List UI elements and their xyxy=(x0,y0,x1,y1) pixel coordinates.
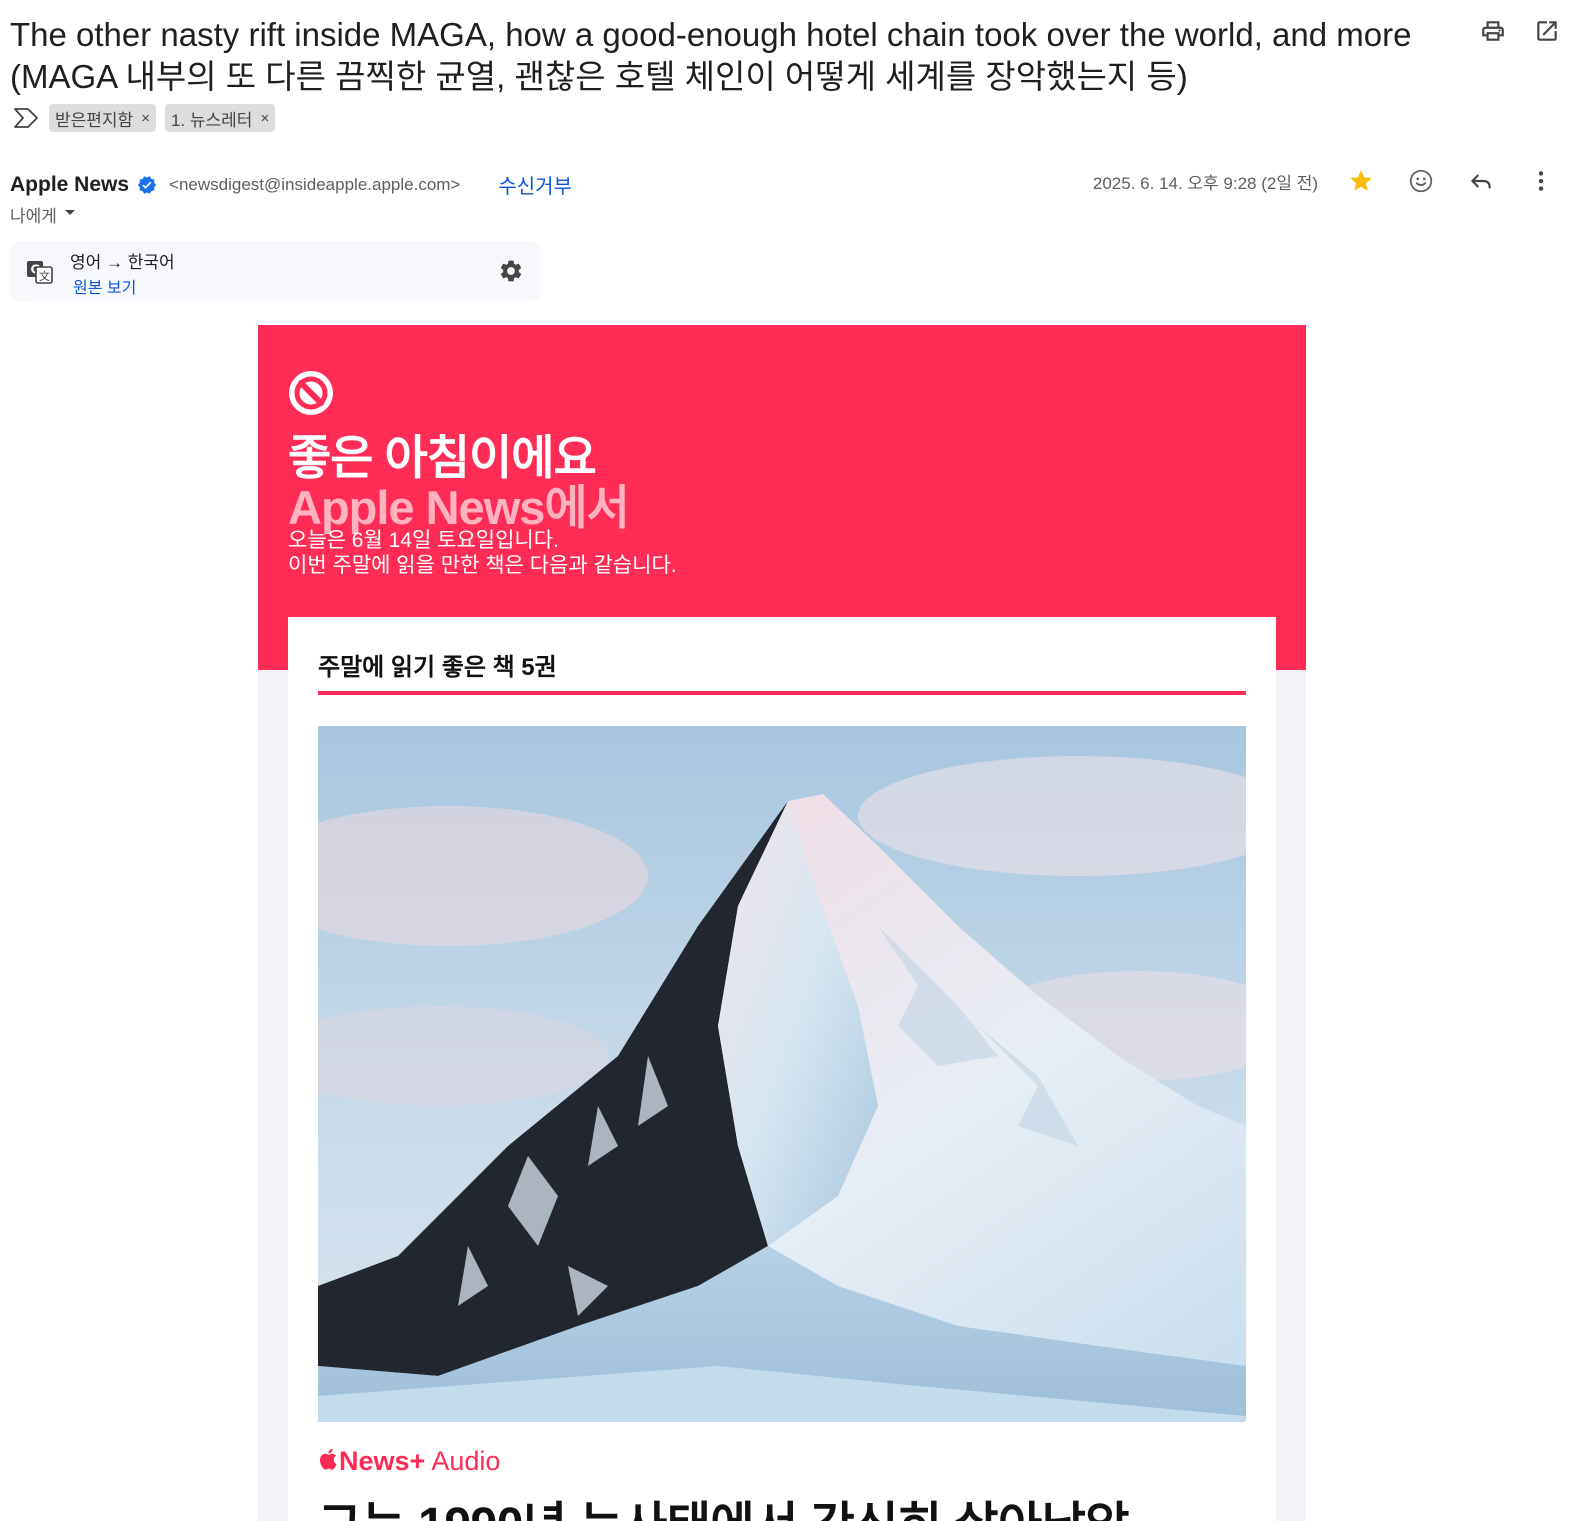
importance-marker-icon[interactable] xyxy=(12,107,40,129)
translation-languages: 영어 → 한국어 xyxy=(70,248,175,273)
subject-korean: (MAGA 내부의 또 다른 끔찍한 균열, 괜찮은 호텔 체인이 어떻게 세계… xyxy=(10,58,1188,95)
reply-icon[interactable] xyxy=(1468,168,1494,194)
news-plus-audio-brand: News+ Audio xyxy=(318,1446,500,1477)
view-original-link[interactable]: 원본 보기 xyxy=(73,274,136,298)
mountain-photo[interactable] xyxy=(318,726,1246,1422)
unsubscribe-link[interactable]: 수신거부 xyxy=(498,170,572,199)
apple-news-logo-icon xyxy=(288,370,334,416)
print-icon[interactable] xyxy=(1480,18,1506,44)
sender-name[interactable]: Apple News xyxy=(10,173,129,197)
message-actions: 2025. 6. 14. 오후 9:28 (2일 전) xyxy=(1093,168,1554,194)
label-chip-inbox[interactable]: 받은편지함 × xyxy=(49,104,156,132)
news-plus-label: News+ xyxy=(339,1446,426,1476)
gear-icon[interactable] xyxy=(498,258,524,284)
intro-books-line: 이번 주말에 읽을 만한 책은 다음과 같습니다. xyxy=(288,554,677,577)
apple-logo-icon xyxy=(318,1446,339,1477)
label-name: 1. 뉴스레터 xyxy=(170,110,253,130)
section-title: 주말에 읽기 좋은 책 5권 xyxy=(318,654,557,681)
books-section-card: 주말에 읽기 좋은 책 5권 News+ Audio xyxy=(288,617,1276,1521)
label-remove-icon[interactable]: × xyxy=(260,110,269,127)
audio-label: Audio xyxy=(425,1446,501,1476)
article-headline[interactable]: 그는 1990년 눈사태에서 간신히 살아남았 xyxy=(318,1485,1130,1521)
translation-bar: G 文 영어 → 한국어 원본 보기 xyxy=(10,241,541,301)
message-date: 2025. 6. 14. 오후 9:28 (2일 전) xyxy=(1092,173,1318,193)
label-remove-icon[interactable]: × xyxy=(141,110,150,127)
sender-row: Apple News <newsdigest@insideapple.apple… xyxy=(10,170,572,199)
verified-badge-icon xyxy=(137,175,157,195)
intro-text: 오늘은 6월 14일 토요일입니다. 이번 주말에 읽을 만한 책은 다음과 같… xyxy=(288,528,677,578)
email-subject: The other nasty rift inside MAGA, how a … xyxy=(10,14,1450,98)
label-chip-newsletter[interactable]: 1. 뉴스레터 × xyxy=(164,104,276,132)
source-language: 영어 xyxy=(70,253,102,272)
translate-icon: G 文 xyxy=(26,258,54,286)
intro-date-line: 오늘은 6월 14일 토요일입니다. xyxy=(288,529,559,552)
subject-actions xyxy=(1480,18,1560,44)
emoji-reaction-icon[interactable] xyxy=(1408,168,1434,194)
svg-text:文: 文 xyxy=(39,269,50,283)
target-language: 한국어 xyxy=(127,253,175,272)
subject-english: The other nasty rift inside MAGA, how a … xyxy=(10,16,1412,53)
recipient-label: 나에게 xyxy=(10,207,57,226)
more-vert-icon[interactable] xyxy=(1528,168,1554,194)
caret-down-icon xyxy=(63,205,77,225)
recipient-details-toggle[interactable]: 나에게 xyxy=(10,202,77,227)
star-icon[interactable] xyxy=(1348,168,1374,194)
label-name: 받은편지함 xyxy=(55,110,134,130)
section-divider xyxy=(318,691,1246,695)
newsletter-body: 좋은 아침이에요 Apple News에서 오늘은 6월 14일 토요일입니다.… xyxy=(258,325,1306,1521)
arrow-right-icon: → xyxy=(106,253,124,272)
open-in-new-window-icon[interactable] xyxy=(1534,18,1560,44)
sender-email: <newsdigest@insideapple.apple.com> xyxy=(169,174,461,194)
label-row: 받은편지함 × 1. 뉴스레터 × xyxy=(12,104,276,132)
